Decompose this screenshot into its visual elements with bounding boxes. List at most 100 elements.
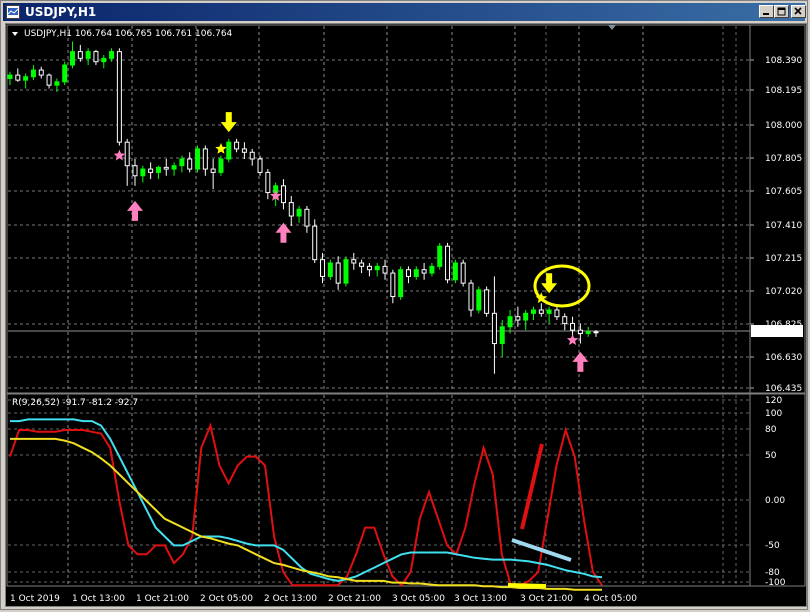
candle-body (187, 158, 193, 170)
candle-body (327, 262, 333, 277)
candle-body (218, 158, 224, 173)
candle-body (241, 148, 247, 153)
candle-body (468, 282, 474, 311)
indicator-tick-label: 50 (765, 451, 777, 461)
candle-body (405, 269, 411, 277)
current-price-label: 106.764 (764, 328, 801, 338)
x-tick-label: 2 Oct 13:00 (264, 594, 317, 604)
down-arrow-icon (541, 273, 558, 294)
up-arrow-icon (275, 222, 292, 243)
candle-body (280, 185, 286, 204)
price-tick-label: 108.000 (765, 121, 802, 131)
candle-body (452, 262, 458, 281)
candle-body (288, 202, 294, 217)
indicator-tick-label: 100 (765, 409, 782, 419)
candle-body (23, 76, 29, 81)
chart-shift-marker-icon (608, 25, 616, 30)
minimize-icon (763, 13, 769, 15)
annotation-red-stroke (520, 443, 544, 530)
up-arrow-icon (572, 351, 589, 372)
candle-body (515, 316, 521, 321)
candle-body (398, 269, 404, 298)
indicator-tick-label: -50 (765, 541, 780, 551)
candle-body (265, 171, 271, 194)
candle-body (249, 151, 255, 160)
indicator-tick-label: -80 (765, 568, 780, 578)
star-icon (215, 142, 227, 154)
chart-window-icon (6, 5, 20, 19)
candle-body (109, 51, 115, 59)
indicator-tick-label: 80 (765, 425, 777, 435)
candle-body (460, 262, 466, 284)
price-tick-label: 108.195 (765, 86, 802, 96)
candle-body (202, 148, 208, 170)
info-collapse-icon (12, 32, 18, 36)
highlight-circle (533, 264, 591, 308)
candle-body (335, 262, 341, 284)
candle-body (366, 265, 372, 271)
close-button[interactable] (791, 5, 806, 18)
candle-body (546, 309, 552, 314)
candle-body (593, 331, 599, 334)
price-tick-label: 107.020 (765, 287, 802, 297)
price-tick-label: 107.605 (765, 187, 802, 197)
candle-body (413, 269, 419, 277)
candle-body (570, 322, 576, 331)
candle-body (562, 316, 568, 324)
candle-body (320, 259, 326, 277)
star-icon (113, 149, 126, 161)
indicator-line-r9 (9, 422, 603, 587)
candle-body (530, 309, 536, 314)
candle-body (390, 272, 396, 298)
candle-body (62, 64, 68, 83)
price-tick-label: 108.390 (765, 56, 802, 66)
candle-body (163, 166, 169, 170)
price-tick-label: 107.410 (765, 221, 802, 231)
candle-body (155, 166, 161, 173)
candle-body (296, 208, 302, 217)
restore-button[interactable] (774, 5, 789, 18)
price-tick-label: 106.630 (765, 353, 802, 363)
indicator-pane-border (6, 393, 806, 587)
candle-body (93, 51, 99, 63)
candle-body (257, 158, 263, 173)
candle-body (359, 262, 365, 267)
candle-body (343, 259, 349, 284)
candle-body (507, 316, 513, 328)
price-pane-border (6, 24, 806, 394)
chart-svg[interactable]: 108.390 108.195 108.000 107.805 107.605 107.4… (6, 24, 806, 606)
title-bar[interactable]: USDJPY,H1 (3, 3, 806, 21)
candle-body (124, 141, 130, 167)
candle-body (554, 309, 560, 318)
candle-body (179, 158, 185, 167)
candle-body (421, 269, 427, 274)
candle-body (54, 81, 60, 86)
candle-body (210, 168, 216, 173)
candle-body (374, 265, 380, 271)
chart-window: USDJPY,H1 108.390 108.195 108.000 107.805 10… (0, 0, 808, 610)
candle-body (148, 168, 154, 173)
candle-body (30, 69, 36, 78)
down-arrow-icon (220, 112, 237, 133)
minimize-button[interactable] (759, 5, 774, 18)
candle-body (585, 331, 591, 334)
candle-body (538, 309, 544, 314)
candle-body (101, 57, 107, 63)
price-tick-label: 107.215 (765, 254, 802, 264)
candle-body (491, 312, 497, 345)
restore-icon (777, 7, 786, 16)
candle-body (171, 165, 177, 170)
x-tick-label: 3 Oct 21:00 (520, 594, 573, 604)
candle-body (77, 51, 83, 59)
candle-body (234, 141, 240, 150)
candle-body (15, 74, 21, 81)
candle-body (476, 289, 482, 311)
price-tick-label: 106.435 (765, 384, 802, 394)
chart-area[interactable]: 108.390 108.195 108.000 107.805 107.605 107.4… (5, 23, 807, 607)
x-tick-label: 2 Oct 21:00 (328, 594, 381, 604)
candle-body (351, 259, 357, 264)
indicator-line-r52 (10, 437, 602, 591)
candle-body (7, 74, 13, 79)
candle-body (499, 326, 505, 345)
candle-body (577, 329, 583, 334)
